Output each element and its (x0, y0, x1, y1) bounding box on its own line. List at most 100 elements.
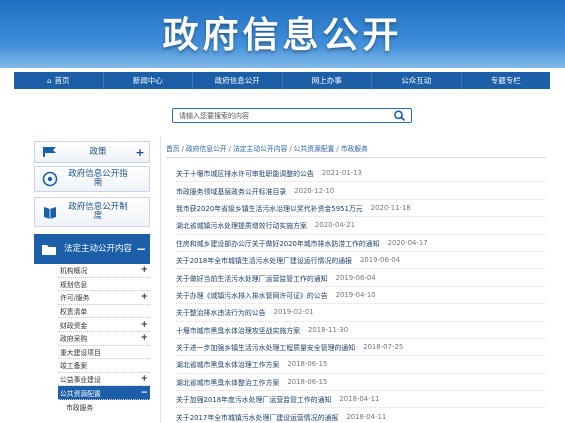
news-title[interactable]: 关于加强2018年度污水处理厂运营监管工作的通知 (176, 394, 331, 404)
list-item[interactable]: 湖北省城市黑臭水体治理工作方案 2018-06-15 (176, 356, 546, 374)
list-item[interactable]: 关于进一步加强乡镇生活污水处理工程质量安全管理的通知 2018-07-25 (176, 339, 546, 357)
list-item[interactable]: 关于2017年全市城镇污水处理厂建设运营情况的通报 2018-04-11 (176, 408, 546, 423)
news-date: 2020-12-10 (294, 186, 335, 195)
search-box (172, 108, 412, 123)
nav-item-news[interactable]: 新闻中心 (104, 72, 193, 89)
breadcrumb-link[interactable]: 政府信息公开 (186, 145, 227, 153)
news-title[interactable]: 住房和城乡建设部办公厅关于做好2020年城市排水防涝工作的通知 (176, 238, 380, 248)
collapse-icon[interactable]: − (132, 242, 150, 256)
list-item[interactable]: 关于加强2018年度污水处理厂运营监管工作的通知 2018-04-11 (176, 391, 546, 409)
sidebar-item-label: 竣工备案 (60, 362, 88, 371)
sidebar-section-active[interactable]: 法定主动公开内容 − (34, 234, 150, 264)
news-date: 2019-06-04 (335, 273, 376, 282)
nav-item-gov-info[interactable]: 政府信息公开 (193, 72, 283, 89)
nav-label: 首页 (54, 76, 70, 85)
sidebar-item[interactable]: 竣工备案 (58, 359, 150, 373)
news-title[interactable]: 市政服务领域基层政务公开标准目录 (176, 186, 286, 196)
search-icon (394, 110, 406, 121)
book-icon (35, 204, 65, 220)
news-date: 2018-07-25 (363, 343, 404, 352)
news-title[interactable]: 关于2017年全市城镇污水处理厂建设运营情况的通报 (176, 412, 338, 422)
expand-icon[interactable]: + (140, 333, 148, 343)
list-item[interactable]: 关于做好当前生活污水处理厂运营监管工作的通知 2019-06-04 (176, 269, 546, 287)
folder-icon (34, 242, 64, 256)
sidebar-button-label: 政府信息公开制度 (68, 202, 128, 221)
sidebar-button-policy[interactable]: 政策 + (34, 141, 150, 163)
news-title[interactable]: 湖北省城市黑臭水体治理工作方案 (176, 359, 279, 369)
sidebar-item[interactable]: 政府采购 + (58, 332, 150, 346)
expand-icon[interactable]: + (140, 265, 148, 275)
site-header: 政府信息公开 (0, 0, 565, 68)
sidebar-list: 机构概况 + 规划信息 许可/服务 + 权责清单 财政资金 + 政府采购 + 重大建设项… (58, 264, 150, 414)
news-title[interactable]: 湖北省城市黑臭水体整治工作方案 (176, 377, 279, 387)
news-title[interactable]: 关于做好当前生活污水处理厂运营监管工作的通知 (176, 273, 328, 283)
sidebar-button-system[interactable]: 政府信息公开制度 (34, 197, 150, 227)
breadcrumb-link[interactable]: 首页 (166, 145, 180, 153)
news-title[interactable]: 关于十堰市城区排水许可审批职能调整的公告 (176, 168, 314, 178)
nav-item-topics[interactable]: 专题专栏 (462, 72, 551, 89)
news-date: 2018-04-11 (339, 395, 380, 404)
news-date: 2019-02-01 (273, 308, 314, 317)
news-date: 2019-04-10 (335, 290, 376, 299)
sidebar-item[interactable]: 财政资金 + (58, 318, 150, 332)
news-title[interactable]: 关于整治排水违法行为的公告 (176, 307, 266, 317)
sidebar-button-guide[interactable]: 政府信息公开指南 (34, 166, 150, 192)
list-item[interactable]: 我市获2020年省级乡镇生活污水治理以奖代补资金5951万元 2020-11-18 (176, 200, 546, 218)
news-title[interactable]: 关于办理《城镇污水排入排水管网许可证》的公告 (176, 290, 328, 300)
sidebar-item[interactable]: 权责清单 (58, 305, 150, 319)
list-item[interactable]: 湖北省城市黑臭水体整治工作方案 2018-06-15 (176, 374, 546, 392)
divider (166, 157, 546, 158)
expand-icon[interactable]: + (140, 320, 148, 330)
news-date: 2018-11-30 (308, 325, 349, 334)
breadcrumb-link[interactable]: 公共资源配置 (294, 145, 335, 153)
sidebar-item[interactable]: 许可/服务 + (58, 291, 150, 305)
sidebar-item-label: 权责清单 (60, 308, 88, 317)
sidebar-subitem[interactable]: 市政服务 (58, 400, 150, 414)
list-item[interactable]: 关于办理《城镇污水排入排水管网许可证》的公告 2019-04-10 (176, 287, 546, 305)
expand-icon[interactable]: + (131, 146, 149, 159)
list-item[interactable]: 关于十堰市城区排水许可审批职能调整的公告 2021-01-13 (176, 165, 546, 183)
sidebar-item[interactable]: 规划信息 (58, 278, 150, 292)
news-date: 2019-06-04 (360, 256, 401, 265)
news-date: 2021-01-13 (321, 169, 362, 178)
list-item[interactable]: 关于2018年全市城镇生活污水处理厂建设运行情况的通报 2019-06-04 (176, 252, 546, 270)
breadcrumb-link[interactable]: 市政服务 (341, 145, 368, 153)
search-button[interactable] (393, 110, 407, 121)
news-date: 2020-04-21 (314, 221, 355, 230)
news-title[interactable]: 十堰市城市黑臭水体治理攻坚战实施方案 (176, 325, 300, 335)
main-nav: ⌂ 首页 新闻中心 政府信息公开 网上办事 公众互动 专题专栏 (14, 72, 550, 89)
compass-icon (35, 171, 65, 187)
news-title[interactable]: 我市获2020年省级乡镇生活污水治理以奖代补资金5951万元 (176, 203, 363, 213)
sidebar-item-active[interactable]: 公共资源配置 − (58, 386, 150, 400)
sidebar-item-label: 公益事业建设 (60, 376, 101, 385)
sidebar-item-label: 许可/服务 (60, 294, 90, 303)
news-date: 2020-04-17 (387, 238, 428, 247)
news-title[interactable]: 湖北省城镇污水处理提质增效行动实施方案 (176, 220, 307, 230)
list-item[interactable]: 住房和城乡建设部办公厅关于做好2020年城市排水防涝工作的通知 2020-04-1… (176, 235, 546, 252)
list-item[interactable]: 十堰市城市黑臭水体治理攻坚战实施方案 2018-11-30 (176, 322, 546, 339)
breadcrumb-link[interactable]: 法定主动公开内容 (233, 145, 287, 153)
nav-item-services[interactable]: 网上办事 (283, 72, 372, 89)
nav-item-interaction[interactable]: 公众互动 (372, 72, 462, 89)
sidebar-item-label: 重大建设项目 (60, 348, 101, 357)
news-date: 2020-11-18 (370, 203, 411, 212)
sidebar-item-label: 市政服务 (66, 403, 94, 412)
expand-icon[interactable]: + (140, 374, 148, 384)
news-title[interactable]: 关于2018年全市城镇生活污水处理厂建设运行情况的通报 (176, 255, 352, 265)
expand-icon[interactable]: + (140, 292, 148, 302)
news-title[interactable]: 关于进一步加强乡镇生活污水处理工程质量安全管理的通知 (176, 342, 355, 352)
nav-item-home[interactable]: ⌂ 首页 (14, 72, 104, 89)
list-item[interactable]: 湖北省城镇污水处理提质增效行动实施方案 2020-04-21 (176, 217, 546, 235)
search-input[interactable] (173, 109, 383, 122)
list-item[interactable]: 市政服务领域基层政务公开标准目录 2020-12-10 (176, 182, 546, 200)
sidebar-item-label: 政府采购 (60, 335, 88, 344)
sidebar-item-label: 公共资源配置 (60, 389, 101, 398)
list-item[interactable]: 关于整治排水违法行为的公告 2019-02-01 (176, 304, 546, 322)
sidebar-item[interactable]: 重大建设项目 (58, 346, 150, 360)
sidebar-item[interactable]: 机构概况 + (58, 264, 150, 278)
sidebar-item[interactable]: 公益事业建设 + (58, 373, 150, 387)
sidebar-item-label: 规划信息 (60, 280, 88, 289)
breadcrumb-separator: / (228, 145, 231, 153)
collapse-icon[interactable]: − (140, 388, 148, 398)
sidebar-button-label: 政策 (89, 146, 107, 157)
